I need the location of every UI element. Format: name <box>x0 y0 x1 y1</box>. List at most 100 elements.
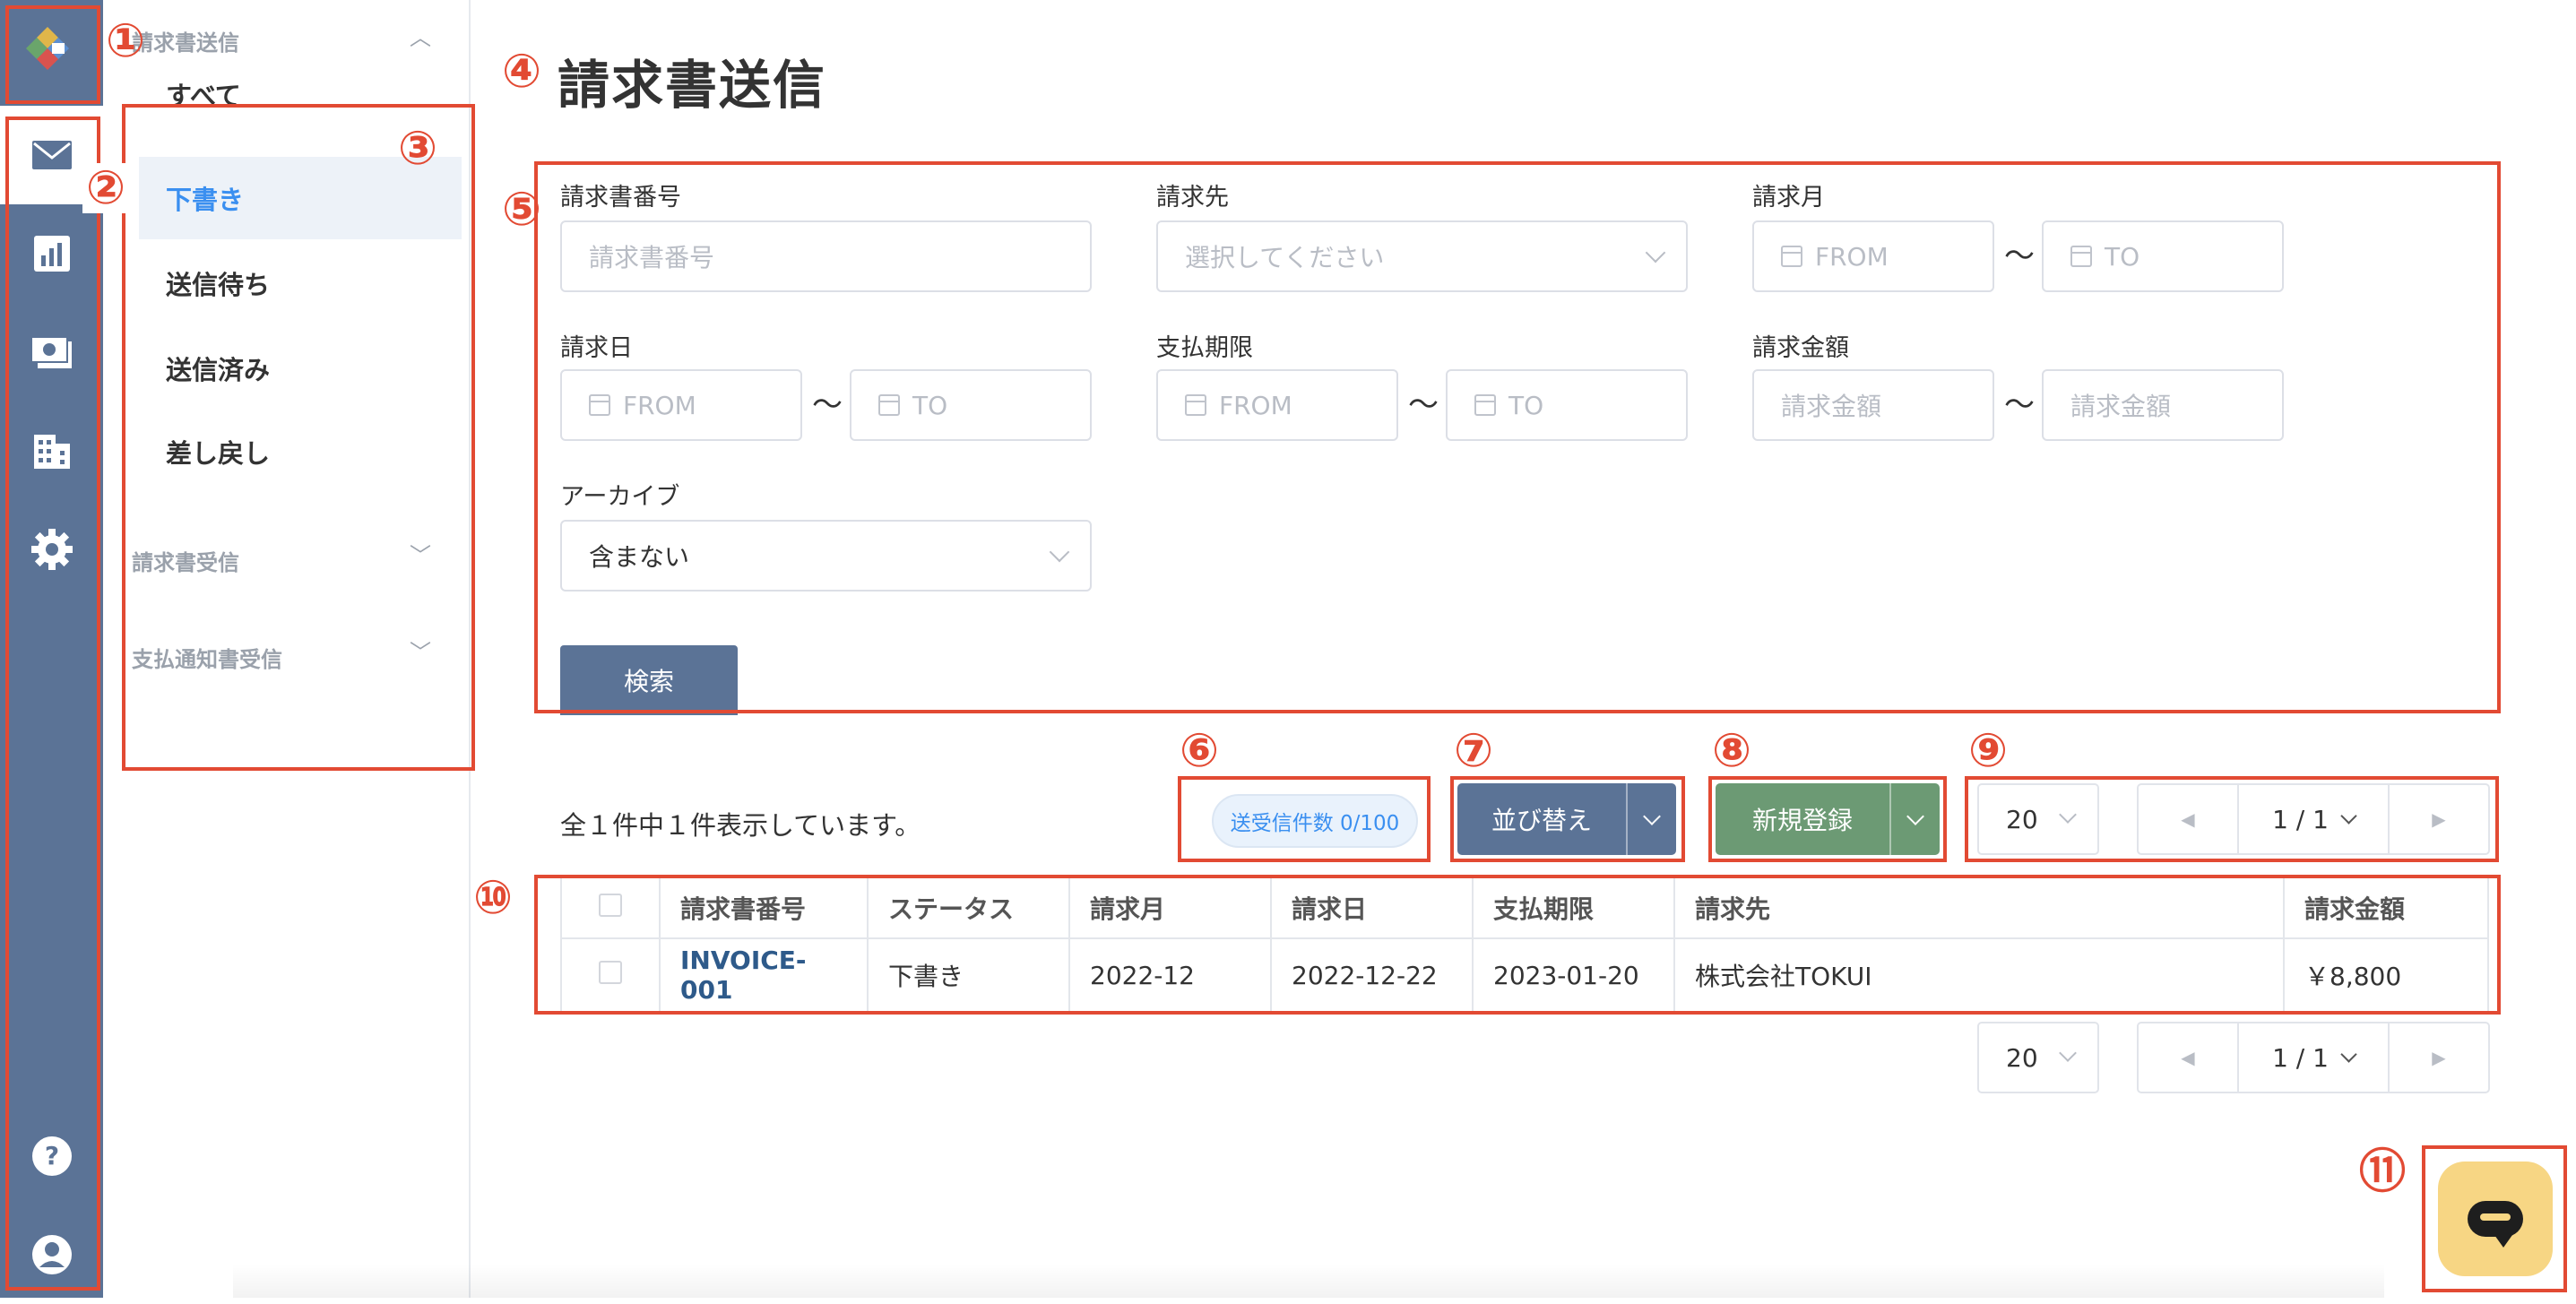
page-select[interactable]: 1 / 1 <box>2237 785 2390 853</box>
billing-month-cell: 2022-12 <box>1068 937 1272 1013</box>
chevron-down-icon <box>1645 242 1666 263</box>
page-size-select[interactable]: 20 <box>1977 783 2099 855</box>
billing-date-from-placeholder: FROM <box>623 390 696 420</box>
usage-badge: 送受信件数 0/100 <box>1212 794 1418 848</box>
table-row[interactable]: INVOICE-001 下書き 2022-12 2022-12-22 2023-… <box>560 937 2489 1013</box>
select-all-cell <box>560 877 661 939</box>
range-separator: 〜 <box>2004 238 2035 274</box>
bottom-shadow <box>233 1264 2384 1298</box>
calendar-icon <box>1781 246 1802 267</box>
billing-month-from[interactable]: FROM <box>1752 220 1994 292</box>
next-page-icon[interactable]: ▶ <box>2390 785 2488 853</box>
due-date-from[interactable]: FROM <box>1156 369 1398 441</box>
column-header[interactable]: 請求書番号 <box>659 877 869 939</box>
due-date-label: 支払期限 <box>1156 334 1253 362</box>
billing-date-to[interactable]: TO <box>850 369 1092 441</box>
due-date-to[interactable]: TO <box>1446 369 1688 441</box>
calendar-icon <box>878 394 900 416</box>
pager-top: ◀ 1 / 1 ▶ <box>2137 783 2490 855</box>
amount-from-placeholder: 請求金額 <box>1781 392 1882 421</box>
secondary-menu: 請求書送信 ︿ すべて 下書き 送信待ち 送信済み 差し戻し 請求書受信 ﹀ 支… <box>103 0 471 1298</box>
amount-from[interactable]: 請求金額 <box>1752 369 1994 441</box>
new-button[interactable]: 新規登録 <box>1716 783 1940 855</box>
column-header[interactable]: ステータス <box>867 877 1070 939</box>
chat-icon <box>2468 1201 2523 1248</box>
billing-month-to[interactable]: TO <box>2042 220 2284 292</box>
money-icon[interactable] <box>0 303 103 402</box>
result-count-text: 全１件中１件表示しています。 <box>560 810 921 841</box>
sort-button-label[interactable]: 並び替え <box>1457 783 1626 855</box>
range-separator: 〜 <box>812 387 843 423</box>
menu-item-sent[interactable]: 送信済み <box>139 327 462 410</box>
select-all-checkbox[interactable] <box>599 893 622 917</box>
chevron-down-icon[interactable]: ﹀ <box>410 635 431 666</box>
row-select-cell <box>560 937 661 1013</box>
new-dropdown-icon[interactable] <box>1889 783 1940 855</box>
prev-page-icon[interactable]: ◀ <box>2139 785 2237 853</box>
chevron-down-icon <box>2059 806 2077 824</box>
billing-date-to-placeholder: TO <box>912 390 948 420</box>
annotation-number-10: ⑩ <box>473 871 514 925</box>
page-title: 請求書送信 <box>558 55 827 116</box>
billing-month-label: 請求月 <box>1752 184 1825 212</box>
column-header[interactable]: 請求金額 <box>2283 877 2489 939</box>
amount-cell: ￥8,800 <box>2283 937 2489 1013</box>
annotation-number-9: ⑨ <box>1968 724 2009 778</box>
column-header[interactable]: 請求日 <box>1270 877 1474 939</box>
menu-section-send[interactable]: 請求書送信 <box>132 25 239 56</box>
menu-section-payment[interactable]: 支払通知書受信 <box>132 642 282 673</box>
chat-button[interactable] <box>2438 1162 2553 1276</box>
page-size-select-bottom[interactable]: 20 <box>1977 1022 2099 1093</box>
search-button[interactable]: 検索 <box>560 645 738 715</box>
chevron-down-icon <box>2340 1045 2357 1063</box>
prev-page-icon[interactable]: ◀ <box>2139 1023 2237 1092</box>
billing-date-from[interactable]: FROM <box>560 369 802 441</box>
annotation-number-11: ⑪ <box>2359 1145 2407 1199</box>
menu-item-returned[interactable]: 差し戻し <box>139 410 462 493</box>
new-button-label[interactable]: 新規登録 <box>1716 783 1889 855</box>
page-size-value: 20 <box>2006 804 2038 834</box>
sort-button[interactable]: 並び替え <box>1457 783 1676 855</box>
invoice-number-input[interactable]: 請求書番号 <box>560 220 1092 292</box>
page-size-value: 20 <box>2006 1042 2038 1073</box>
chevron-down-icon[interactable]: ﹀ <box>410 538 431 569</box>
calendar-icon <box>2070 246 2092 267</box>
sort-dropdown-icon[interactable] <box>1626 783 1676 855</box>
pager-bottom: ◀ 1 / 1 ▶ <box>2137 1022 2490 1093</box>
amount-label: 請求金額 <box>1752 334 1849 362</box>
billing-month-from-placeholder: FROM <box>1815 241 1889 272</box>
chevron-up-icon[interactable]: ︿ <box>410 20 431 51</box>
due-date-from-placeholder: FROM <box>1219 390 1292 420</box>
page-select[interactable]: 1 / 1 <box>2237 1023 2390 1092</box>
menu-item-pending[interactable]: 送信待ち <box>139 242 462 324</box>
amount-to[interactable]: 請求金額 <box>2042 369 2284 441</box>
annotation-number-3: ③ <box>398 122 438 176</box>
chevron-down-icon <box>1049 541 1070 563</box>
row-checkbox[interactable] <box>599 960 622 984</box>
column-header[interactable]: 請求月 <box>1068 877 1272 939</box>
customer-select[interactable]: 選択してください <box>1156 220 1688 292</box>
chart-icon[interactable] <box>0 204 103 303</box>
chevron-down-icon <box>2059 1044 2077 1062</box>
calendar-icon <box>589 394 610 416</box>
user-icon[interactable] <box>0 1205 103 1304</box>
annotation-number-2: ② <box>82 163 130 213</box>
invoice-number-label: 請求書番号 <box>560 184 681 212</box>
archive-select[interactable]: 含まない <box>560 520 1092 592</box>
building-icon[interactable] <box>0 402 103 500</box>
logo-icon[interactable] <box>16 16 79 79</box>
invoice-link[interactable]: INVOICE-001 <box>680 946 807 1005</box>
next-page-icon[interactable]: ▶ <box>2390 1023 2488 1092</box>
annotation-number-6: ⑥ <box>1180 724 1220 778</box>
range-separator: 〜 <box>2004 387 2035 423</box>
help-icon[interactable]: ? <box>0 1107 103 1205</box>
menu-section-receive[interactable]: 請求書受信 <box>132 545 239 576</box>
annotation-number-4: ④ <box>502 45 542 99</box>
table-header-row: 請求書番号 ステータス 請求月 請求日 支払期限 請求先 請求金額 <box>560 877 2489 939</box>
column-header[interactable]: 支払期限 <box>1472 877 1675 939</box>
archive-label: アーカイブ <box>560 483 680 511</box>
billing-date-label: 請求日 <box>560 334 633 362</box>
column-header[interactable]: 請求先 <box>1673 877 2285 939</box>
range-separator: 〜 <box>1408 387 1439 423</box>
gear-icon[interactable] <box>0 500 103 599</box>
